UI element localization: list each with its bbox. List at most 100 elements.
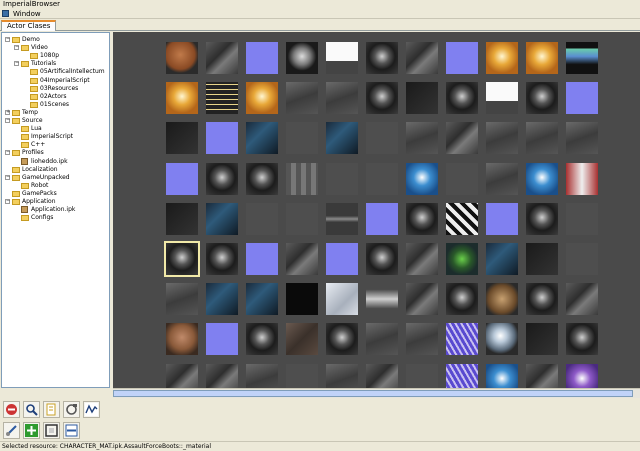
resource-thumbnail[interactable]	[166, 162, 198, 195]
tree-node[interactable]: − Profiles	[2, 149, 107, 157]
tree-node[interactable]: Localization	[2, 166, 107, 174]
resource-thumbnail[interactable]	[206, 323, 238, 356]
resource-thumbnail[interactable]	[166, 122, 198, 155]
resource-thumbnail[interactable]	[246, 122, 278, 155]
tree-node[interactable]: 1080p	[2, 52, 107, 60]
resource-thumbnail[interactable]	[166, 283, 198, 316]
zoom-button[interactable]	[23, 401, 40, 418]
resource-thumbnail[interactable]	[486, 243, 518, 275]
tree-node[interactable]: 01Scenes	[2, 101, 107, 109]
resource-thumbnail[interactable]	[486, 202, 518, 235]
document-button[interactable]	[43, 401, 60, 418]
resource-thumbnail[interactable]	[286, 42, 318, 74]
tree-node[interactable]: 03Resources	[2, 85, 107, 93]
resource-thumbnail[interactable]	[246, 82, 278, 115]
resource-thumbnail[interactable]	[206, 202, 238, 235]
resource-thumbnail[interactable]	[406, 162, 438, 195]
tree-node[interactable]: Configs	[2, 214, 107, 222]
collapse-icon[interactable]: −	[5, 37, 10, 42]
tree-node[interactable]: − Demo	[2, 36, 107, 44]
resource-thumbnail[interactable]	[566, 283, 598, 316]
graph-button[interactable]	[83, 401, 100, 418]
resource-thumbnail[interactable]	[526, 202, 558, 235]
tree-node[interactable]: Lua	[2, 125, 107, 133]
tree-node[interactable]: − Source	[2, 117, 107, 125]
resource-thumbnail[interactable]	[406, 82, 438, 115]
resource-thumbnail[interactable]	[446, 363, 478, 388]
resource-tree[interactable]: − Demo − Video 1080p − Tutorials 05ArtificalInt…	[1, 32, 110, 388]
resource-thumbnail[interactable]	[206, 283, 238, 316]
resource-thumbnail[interactable]	[486, 283, 518, 316]
resource-thumbnail[interactable]	[526, 122, 558, 155]
tree-node[interactable]: Application.ipk	[2, 206, 107, 214]
resource-thumbnail[interactable]	[326, 122, 358, 155]
resource-thumbnail[interactable]	[406, 283, 438, 316]
resource-thumbnail[interactable]	[566, 42, 598, 74]
resource-thumbnail[interactable]	[326, 363, 358, 388]
resource-thumbnail[interactable]	[566, 323, 598, 356]
resource-thumbnail[interactable]	[366, 82, 398, 115]
menu-item-window[interactable]: Window	[13, 9, 41, 19]
resource-thumbnail[interactable]	[566, 243, 598, 275]
resource-thumbnail[interactable]	[526, 42, 558, 74]
resource-thumbnail[interactable]	[246, 162, 278, 195]
resource-thumbnail[interactable]	[206, 122, 238, 155]
resource-thumbnail[interactable]	[366, 122, 398, 155]
resource-thumbnail[interactable]	[206, 82, 238, 115]
resource-thumbnail[interactable]	[526, 323, 558, 356]
expand-icon[interactable]: +	[5, 109, 10, 115]
resource-thumbnail[interactable]	[486, 42, 518, 74]
resource-thumbnail[interactable]	[446, 162, 478, 195]
resource-thumbnail[interactable]	[246, 323, 278, 356]
resource-thumbnail[interactable]	[406, 243, 438, 275]
tree-node[interactable]: 05ArtificalIntellectum	[2, 68, 107, 76]
resource-thumbnail[interactable]	[246, 202, 278, 235]
resource-thumbnail[interactable]	[366, 202, 398, 235]
panel-button[interactable]	[63, 422, 80, 439]
resource-thumbnail[interactable]	[326, 162, 358, 195]
resource-thumbnail[interactable]	[526, 283, 558, 316]
resource-thumbnail[interactable]	[286, 122, 318, 155]
resource-thumbnail[interactable]	[206, 243, 238, 275]
frame-button[interactable]	[43, 422, 60, 439]
resource-thumbnail[interactable]	[566, 122, 598, 155]
resource-thumbnail[interactable]	[446, 323, 478, 356]
resource-thumbnail[interactable]	[246, 243, 278, 275]
resource-thumbnail[interactable]	[246, 363, 278, 388]
resource-thumbnail[interactable]	[406, 122, 438, 155]
collapse-icon[interactable]: −	[14, 45, 19, 51]
resource-thumbnail[interactable]	[366, 323, 398, 356]
resource-thumbnail[interactable]	[286, 202, 318, 235]
resource-thumbnail[interactable]	[366, 363, 398, 388]
brush-button[interactable]	[3, 422, 20, 439]
thumbnail-grid[interactable]	[113, 32, 640, 388]
resource-thumbnail[interactable]	[446, 243, 478, 275]
resource-thumbnail[interactable]	[406, 323, 438, 356]
resource-thumbnail[interactable]	[446, 82, 478, 115]
resource-thumbnail[interactable]	[486, 82, 518, 115]
window-menu-icon[interactable]	[2, 10, 9, 17]
resource-thumbnail[interactable]	[326, 82, 358, 115]
resource-thumbnail[interactable]	[286, 363, 318, 388]
resource-thumbnail[interactable]	[286, 283, 318, 316]
resource-thumbnail[interactable]	[206, 363, 238, 388]
resource-thumbnail[interactable]	[486, 162, 518, 195]
collapse-icon[interactable]: −	[5, 150, 10, 156]
resource-thumbnail[interactable]	[206, 162, 238, 195]
resource-thumbnail[interactable]	[566, 202, 598, 235]
tree-node[interactable]: GamePacks	[2, 190, 107, 198]
resource-thumbnail[interactable]	[566, 82, 598, 115]
tree-node[interactable]: − Video	[2, 44, 107, 52]
resource-thumbnail[interactable]	[486, 122, 518, 155]
collapse-icon[interactable]: −	[14, 61, 19, 67]
resource-thumbnail[interactable]	[366, 42, 398, 74]
resource-thumbnail[interactable]	[286, 82, 318, 115]
stop-button[interactable]	[3, 401, 20, 418]
resource-thumbnail[interactable]	[326, 323, 358, 356]
tree-node[interactable]: − Application	[2, 198, 107, 206]
resource-thumbnail[interactable]	[526, 162, 558, 195]
resource-thumbnail[interactable]	[366, 243, 398, 275]
resource-thumbnail[interactable]	[486, 363, 518, 388]
resource-thumbnail[interactable]	[206, 42, 238, 74]
resource-thumbnail[interactable]	[446, 122, 478, 155]
